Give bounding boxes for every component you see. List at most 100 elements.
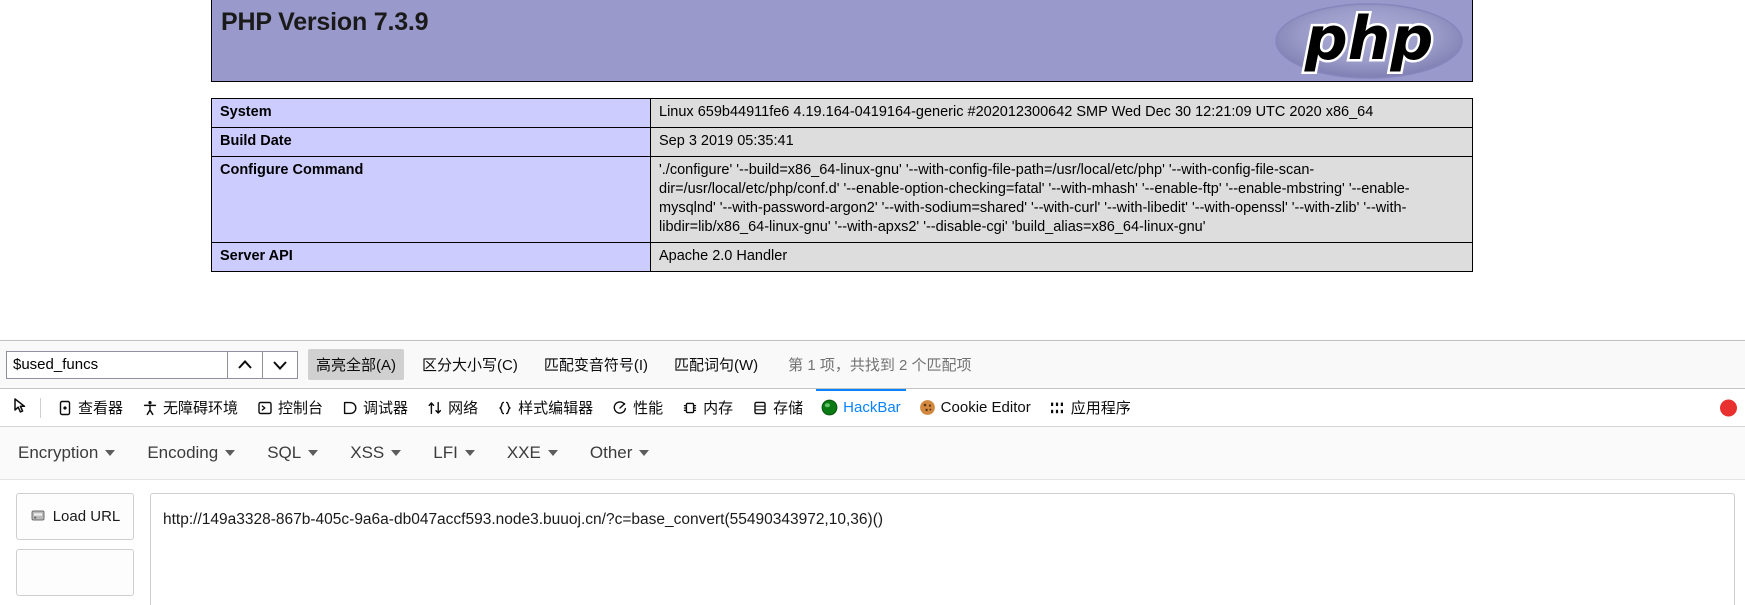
table-row: Build Date Sep 3 2019 05:35:41 — [211, 127, 1473, 157]
find-bar: 高亮全部(A) 区分大小写(C) 匹配变音符号(I) 匹配词句(W) 第 1 项… — [0, 340, 1745, 388]
style-editor-icon — [496, 399, 513, 416]
table-cell-value: Linux 659b44911fe6 4.19.164-0419164-gene… — [650, 98, 1473, 128]
tab-label: 调试器 — [363, 400, 409, 417]
tab-inspector[interactable]: 查看器 — [47, 389, 132, 426]
tab-label: 性能 — [633, 400, 664, 417]
chevron-down-icon — [308, 450, 319, 456]
phpinfo-table: System Linux 659b44911fe6 4.19.164-04191… — [211, 98, 1473, 272]
tab-label: Cookie Editor — [940, 399, 1031, 416]
table-row: System Linux 659b44911fe6 4.19.164-04191… — [211, 98, 1473, 128]
storage-icon — [751, 399, 768, 416]
element-picker-button[interactable] — [6, 393, 36, 423]
table-cell-value: './configure' '--build=x86_64-linux-gnu'… — [650, 156, 1473, 243]
browser-page-content: PHP Version 7.3.9 php System Linux 659b4… — [0, 0, 1745, 340]
load-url-button[interactable]: Load URL — [16, 493, 134, 540]
menu-encoding[interactable]: Encoding — [147, 443, 236, 463]
find-next-button[interactable] — [263, 350, 298, 379]
svg-text:php: php — [1304, 4, 1434, 74]
chevron-down-icon — [547, 450, 558, 456]
menu-label: XSS — [350, 443, 385, 462]
phpinfo-header: PHP Version 7.3.9 php — [211, 0, 1473, 82]
php-logo: php — [1266, 0, 1472, 82]
table-row: Server API Apache 2.0 Handler — [211, 242, 1473, 272]
performance-icon — [611, 399, 628, 416]
chevron-down-icon — [464, 450, 475, 456]
tab-application[interactable]: 应用程序 — [1040, 389, 1140, 426]
hackbar-icon — [821, 399, 838, 416]
find-nav-group — [228, 350, 298, 379]
cookie-icon — [919, 399, 936, 416]
find-input[interactable] — [6, 350, 228, 379]
tab-debugger[interactable]: 调试器 — [332, 389, 417, 426]
tab-label: 查看器 — [78, 400, 124, 417]
whole-words-button[interactable]: 匹配词句(W) — [666, 349, 766, 380]
tab-label: HackBar — [843, 399, 901, 416]
table-row: Configure Command './configure' '--build… — [211, 156, 1473, 243]
network-icon — [426, 399, 443, 416]
split-url-button[interactable] — [16, 549, 134, 596]
tab-cookie-editor[interactable]: Cookie Editor — [910, 389, 1040, 426]
element-picker-icon — [12, 397, 31, 419]
tab-accessibility[interactable]: 无障碍环境 — [132, 389, 247, 426]
match-case-button[interactable]: 区分大小写(C) — [414, 349, 526, 380]
chevron-down-icon — [271, 356, 289, 374]
hackbar-actions: Load URL — [16, 493, 138, 605]
tab-memory[interactable]: 内存 — [672, 389, 742, 426]
tab-label: 控制台 — [278, 400, 324, 417]
menu-xxe[interactable]: XXE — [507, 443, 558, 463]
toolbar-divider — [40, 397, 41, 418]
console-icon — [256, 399, 273, 416]
table-cell-key: Configure Command — [211, 156, 651, 243]
table-cell-key: System — [211, 98, 651, 128]
tab-hackbar[interactable]: HackBar — [812, 389, 910, 426]
tab-storage[interactable]: 存储 — [742, 389, 812, 426]
chevron-up-icon — [236, 356, 254, 374]
phpinfo-table-body: System Linux 659b44911fe6 4.19.164-04191… — [211, 98, 1473, 272]
record-dot-icon[interactable] — [1720, 399, 1737, 416]
tab-label: 无障碍环境 — [163, 400, 239, 417]
memory-icon — [681, 399, 698, 416]
menu-label: SQL — [267, 443, 302, 462]
hackbar-body: Load URL http://149a3328-867b-405c-9a6a-… — [0, 480, 1745, 605]
load-url-label: Load URL — [52, 508, 121, 525]
menu-label: Encoding — [147, 443, 219, 462]
application-icon — [1049, 399, 1066, 416]
find-previous-button[interactable] — [228, 350, 263, 379]
table-cell-key: Server API — [211, 242, 651, 272]
menu-label: LFI — [433, 443, 458, 462]
menu-sql[interactable]: SQL — [267, 443, 319, 463]
tab-label: 样式编辑器 — [518, 400, 594, 417]
chevron-down-icon — [225, 450, 236, 456]
tab-console[interactable]: 控制台 — [247, 389, 332, 426]
devtools-toolbar: 查看器 无障碍环境 控制台 调试器 网络 样式编辑器 性能 内存 存储 Hack… — [0, 388, 1745, 426]
inspector-icon — [56, 399, 73, 416]
debugger-icon — [341, 399, 358, 416]
hackbar-panel: Encryption Encoding SQL XSS LFI XXE Othe… — [0, 426, 1745, 605]
menu-lfi[interactable]: LFI — [433, 443, 475, 463]
menu-encryption[interactable]: Encryption — [18, 443, 116, 463]
php-version-title: PHP Version 7.3.9 — [221, 8, 429, 36]
accessibility-icon — [141, 399, 158, 416]
tab-style-editor[interactable]: 样式编辑器 — [487, 389, 602, 426]
chevron-down-icon — [105, 450, 116, 456]
tab-label: 内存 — [703, 400, 734, 417]
url-input[interactable]: http://149a3328-867b-405c-9a6a-db047accf… — [150, 493, 1735, 605]
chevron-down-icon — [639, 450, 650, 456]
menu-other[interactable]: Other — [590, 443, 650, 463]
chevron-down-icon — [391, 450, 402, 456]
phpinfo-document: PHP Version 7.3.9 php System Linux 659b4… — [211, 0, 1473, 272]
hackbar-menu-bar: Encryption Encoding SQL XSS LFI XXE Othe… — [0, 427, 1745, 480]
tab-performance[interactable]: 性能 — [602, 389, 672, 426]
tab-label: 网络 — [448, 400, 479, 417]
menu-label: XXE — [506, 443, 541, 462]
table-cell-key: Build Date — [211, 127, 651, 157]
match-diacritics-button[interactable]: 匹配变音符号(I) — [536, 349, 656, 380]
menu-xss[interactable]: XSS — [350, 443, 402, 463]
table-cell-value: Sep 3 2019 05:35:41 — [650, 127, 1473, 157]
table-cell-value: Apache 2.0 Handler — [650, 242, 1473, 272]
tab-network[interactable]: 网络 — [417, 389, 487, 426]
highlight-all-button[interactable]: 高亮全部(A) — [308, 349, 404, 380]
tab-label: 存储 — [773, 400, 804, 417]
find-status-text: 第 1 项，共找到 2 个匹配项 — [788, 357, 972, 374]
menu-label: Other — [589, 443, 633, 462]
